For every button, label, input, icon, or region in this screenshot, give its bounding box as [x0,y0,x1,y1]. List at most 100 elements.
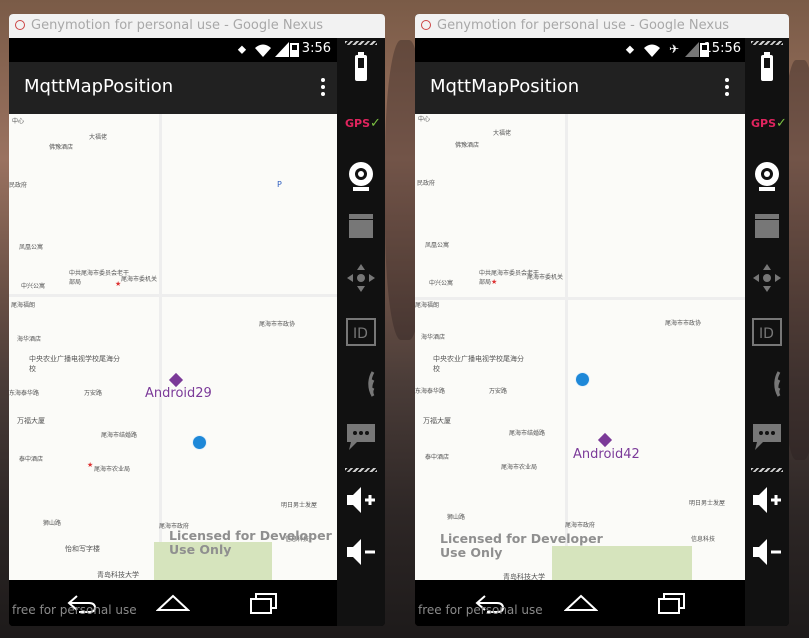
action-bar: MqttMapPosition [9,62,337,114]
webcam-widget-icon[interactable] [751,160,783,192]
volume-down-icon[interactable] [751,536,783,568]
gps-widget-icon[interactable]: GPS✓ [345,108,381,140]
sidebar-divider [345,41,377,45]
parking-icon: P [277,180,282,189]
map-view[interactable]: 中心 大福佬 佛豫酒店 民政府 凤凰公寓 中兴公寓 中共尾海市委员会老干部局 ★… [415,114,745,580]
dpad-widget-icon[interactable] [345,262,377,294]
phone-screen: ⬥ ✈ 15:56 MqttMapPosition 中心 大福佬 佛豫酒店 民政… [415,38,745,626]
airplane-mode-icon: ✈ [668,42,680,56]
overflow-menu-icon[interactable] [725,78,729,98]
location-icon: ⬥ [625,42,635,56]
window-title: Genymotion for personal use - Google Nex… [31,18,324,33]
webcam-widget-icon[interactable] [345,160,377,192]
rss-widget-icon[interactable] [751,368,783,400]
capture-widget-icon[interactable] [345,210,377,242]
map-poi: 明日男士发屋 [281,502,318,509]
map-poi: 万安路 [489,388,508,395]
volume-up-icon[interactable] [345,484,377,516]
map-poi: 中心 [12,118,25,125]
wifi-icon [644,44,660,57]
map-poi: 民政府 [417,180,436,187]
license-watermark: Licensed for Developer Use Only [440,532,603,560]
app-title: MqttMapPosition [430,76,580,97]
sms-widget-icon[interactable] [345,420,377,452]
sms-widget-icon[interactable] [751,420,783,452]
map-poi: 尾海市委机关 [121,276,158,283]
map-poi: 尾海市农业局 [94,466,131,473]
map-poi: 中兴公寓 [429,280,454,287]
status-time: 3:56 [301,41,331,56]
volume-up-icon[interactable] [751,484,783,516]
map-road [9,294,337,297]
map-poi: 泰中酒店 [425,454,450,461]
identifiers-widget-icon[interactable]: ID [751,316,783,348]
emulator-sidebar: GPS✓ ID [337,38,385,626]
home-button-icon[interactable] [156,592,190,614]
emulator-window-right: Genymotion for personal use - Google Nex… [415,14,789,626]
map-poi: 凤凰公寓 [425,242,450,249]
emulator-sidebar: GPS✓ ID [745,38,789,626]
recents-button-icon[interactable] [656,592,690,614]
map-poi: 中央农业广播电视学校尾海分校 [29,355,120,373]
map-poi: 海华酒店 [421,334,446,341]
status-bar: ⬥ ✈ 15:56 [415,38,745,62]
battery-widget-icon[interactable] [345,52,377,84]
map-poi: 尾海市结婚路 [101,432,138,439]
my-location-dot[interactable] [575,372,590,387]
map-road [159,114,162,580]
svg-text:ID: ID [353,326,368,342]
home-button-icon[interactable] [564,592,598,614]
personal-use-watermark: free for personal use [418,603,543,617]
map-poi: 中兴公寓 [21,283,46,290]
map-poi: 尾海市农业局 [501,464,538,471]
map-view[interactable]: 中心 大福佬 佛豫酒店 民政府 P 凤凰公寓 中兴公寓 中共尾海市委员会老干部局… [9,114,337,580]
license-line-2: Use Only [169,542,232,557]
map-road [415,297,745,300]
map-poi: 尾海市政府 [565,522,596,529]
phone-screen: ⬥ 3:56 MqttMapPosition 中心 大福佬 佛豫酒店 民政府 P… [9,38,337,626]
map-poi: 东海泰华路 [415,388,446,395]
overflow-menu-icon[interactable] [321,78,325,98]
capture-widget-icon[interactable] [751,210,783,242]
my-location-dot[interactable] [192,435,207,450]
map-marker-icon: ★ [87,461,94,469]
gps-widget-icon[interactable]: GPS✓ [751,108,787,140]
window-titlebar[interactable]: Genymotion for personal use - Google Nex… [415,14,789,38]
identifiers-widget-icon[interactable]: ID [345,316,377,348]
map-poi: 明日男士发屋 [689,500,726,507]
rss-widget-icon[interactable] [345,368,377,400]
device-marker-icon[interactable] [597,432,613,448]
map-poi: 中心 [418,116,431,123]
map-poi: 青岛科技大学 [97,571,139,579]
dpad-widget-icon[interactable] [751,262,783,294]
map-poi: 尾海市结婚路 [509,430,546,437]
volume-down-icon[interactable] [345,536,377,568]
map-poi: 万福大厦 [17,417,45,425]
map-poi: 东海泰华路 [9,390,40,397]
map-poi: 海华酒店 [17,336,42,343]
status-bar: ⬥ 3:56 [9,38,337,62]
map-poi: 大福佬 [89,134,108,141]
license-line-1: Licensed for Developer [169,528,332,543]
map-poi: 大福佬 [493,130,512,137]
location-icon: ⬥ [237,42,247,56]
recents-button-icon[interactable] [248,592,282,614]
battery-widget-icon[interactable] [751,52,783,84]
map-poi: 尾海福朗 [11,302,36,309]
status-time: 15:56 [703,41,741,56]
marker-label: Android29 [145,386,212,401]
map-marker-icon: ★ [491,278,498,286]
map-poi: 凤凰公寓 [19,244,44,251]
license-line-2: Use Only [440,545,503,560]
device-marker-icon[interactable] [168,372,184,388]
map-poi: 中央农业广播电视学校尾海分校 [433,355,524,373]
svg-text:ID: ID [759,326,774,342]
sidebar-divider [751,41,783,45]
sidebar-divider [751,468,783,472]
sidebar-divider [345,468,377,472]
action-bar: MqttMapPosition [415,62,745,114]
window-title: Genymotion for personal use - Google Nex… [437,18,730,33]
window-titlebar[interactable]: Genymotion for personal use - Google Nex… [9,14,385,38]
personal-use-watermark: free for personal use [12,603,137,617]
map-poi: 尾海市市政协 [259,321,296,328]
